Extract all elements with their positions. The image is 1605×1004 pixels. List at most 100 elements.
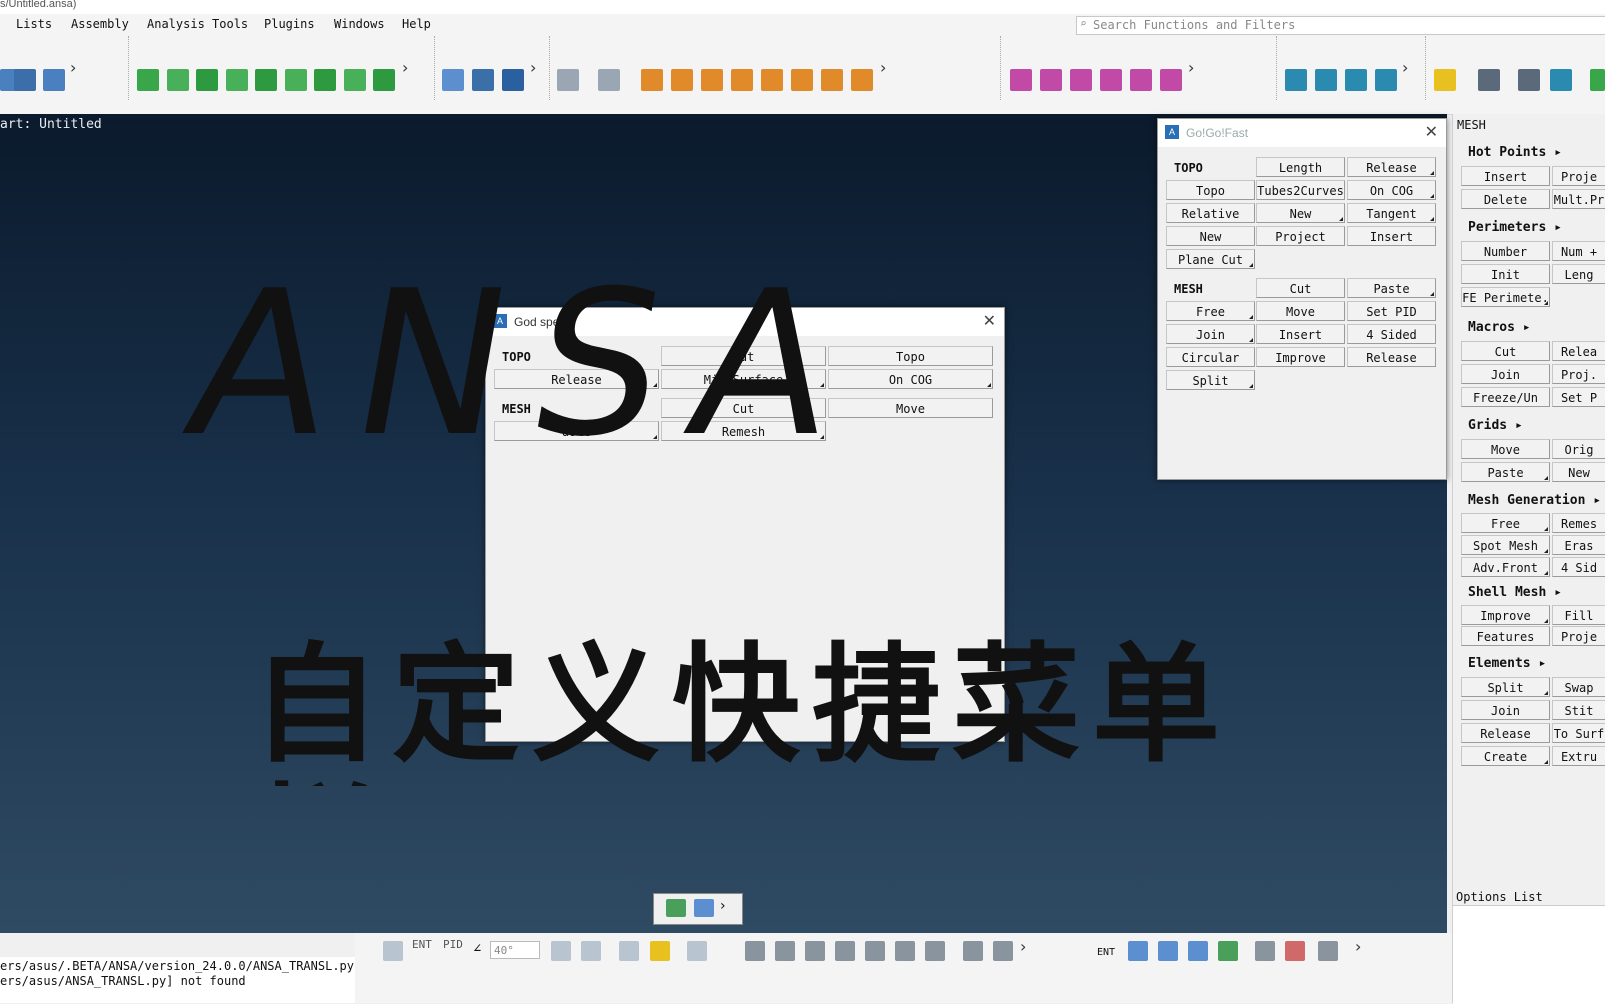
elements-release-button[interactable]: Release bbox=[1461, 723, 1550, 743]
point-icon[interactable] bbox=[1010, 69, 1032, 91]
cube-view-icon[interactable] bbox=[502, 69, 524, 91]
gogofast-mesh-release-button[interactable]: Release bbox=[1347, 347, 1436, 367]
toolbar-expand-icon[interactable]: › bbox=[1188, 58, 1194, 77]
table-icon[interactable] bbox=[731, 69, 753, 91]
lasso-icon[interactable] bbox=[619, 941, 639, 961]
toolbar-expand-icon[interactable]: › bbox=[530, 58, 536, 77]
meshgen-free-button[interactable]: Free bbox=[1461, 513, 1550, 533]
select-box-icon[interactable] bbox=[383, 941, 403, 961]
gogofast-new-button[interactable]: New bbox=[1256, 203, 1345, 223]
meshgen-advfront-button[interactable]: Adv.Front bbox=[1461, 557, 1550, 577]
invert-icon[interactable] bbox=[835, 941, 855, 961]
globe-icon[interactable] bbox=[1375, 69, 1397, 91]
box-select-icon[interactable] bbox=[551, 941, 571, 961]
perimeters-init-button[interactable]: Init bbox=[1461, 264, 1550, 284]
menu-help[interactable]: Help bbox=[402, 17, 431, 31]
mesh-view-icon[interactable] bbox=[1518, 69, 1540, 91]
grids-origin-button[interactable]: Orig bbox=[1552, 439, 1605, 459]
elements-split-button[interactable]: Split bbox=[1461, 677, 1550, 697]
surface-icon[interactable] bbox=[167, 69, 189, 91]
elements-stitch-button[interactable]: Stit bbox=[1552, 700, 1605, 720]
meshgen-spotmesh-button[interactable]: Spot Mesh bbox=[1461, 535, 1550, 555]
grid2-icon[interactable] bbox=[895, 941, 915, 961]
target-icon[interactable] bbox=[993, 941, 1013, 961]
explode-icon[interactable] bbox=[1318, 941, 1338, 961]
gogofast-tubes2curves-button[interactable]: Tubes2Curves bbox=[1256, 180, 1345, 200]
panel-icon[interactable] bbox=[1550, 69, 1572, 91]
align-icon[interactable] bbox=[1070, 69, 1092, 91]
macros-setpid-button[interactable]: Set P bbox=[1552, 387, 1605, 407]
macros-proj-button[interactable]: Proj. bbox=[1552, 364, 1605, 384]
region-select-icon[interactable] bbox=[581, 941, 601, 961]
undo-icon[interactable] bbox=[557, 69, 579, 91]
shellmesh-project-button[interactable]: Proje bbox=[1552, 626, 1605, 646]
beam-icon[interactable] bbox=[1130, 69, 1152, 91]
wireframe-icon[interactable] bbox=[1128, 941, 1148, 961]
toolbar-expand-icon[interactable]: › bbox=[1355, 937, 1361, 956]
close-icon[interactable]: ✕ bbox=[1425, 122, 1438, 141]
elements-create-button[interactable]: Create bbox=[1461, 746, 1550, 766]
gogofast-oncog-button[interactable]: On COG bbox=[1347, 180, 1436, 200]
gogofast-mesh-cut-button[interactable]: Cut bbox=[1256, 278, 1345, 298]
search-input[interactable]: ⌕ Search Functions and Filters bbox=[1076, 16, 1605, 35]
faces-icon[interactable] bbox=[137, 69, 159, 91]
color-cube-icon[interactable] bbox=[1218, 941, 1238, 961]
gogofast-mesh-free-button[interactable]: Free bbox=[1166, 301, 1255, 321]
hot-points-header[interactable]: Hot Points ▸ bbox=[1468, 145, 1562, 160]
chart-icon[interactable] bbox=[1345, 69, 1367, 91]
gogofast-relative-button[interactable]: Relative bbox=[1166, 203, 1255, 223]
toolbar-expand-icon[interactable]: › bbox=[1402, 58, 1408, 77]
elements-join-button[interactable]: Join bbox=[1461, 700, 1550, 720]
macros-freeze-button[interactable]: Freeze/Un bbox=[1461, 387, 1550, 407]
gogofast-mesh-improve-button[interactable]: Improve bbox=[1256, 347, 1345, 367]
shell-mesh-header[interactable]: Shell Mesh ▸ bbox=[1468, 585, 1562, 600]
perimeters-fe-perimeter-button[interactable]: FE Perimete. bbox=[1461, 287, 1550, 307]
plus-icon[interactable] bbox=[775, 941, 795, 961]
redo-icon[interactable] bbox=[598, 69, 620, 91]
tree-icon[interactable] bbox=[14, 69, 36, 91]
report-icon[interactable] bbox=[255, 69, 277, 91]
menu-lists[interactable]: Lists bbox=[16, 17, 52, 31]
eraser-icon[interactable] bbox=[694, 899, 714, 917]
ent-label[interactable]: ENT bbox=[1097, 947, 1115, 958]
godspeed-mesh-move-button[interactable]: Move bbox=[828, 398, 993, 418]
gogofast-new-topo-button[interactable]: New bbox=[1166, 226, 1255, 246]
grids-new-button[interactable]: New bbox=[1552, 462, 1605, 482]
measure-icon[interactable] bbox=[641, 69, 663, 91]
shellmesh-features-button[interactable]: Features bbox=[1461, 626, 1550, 646]
gogofast-insert-button[interactable]: Insert bbox=[1347, 226, 1436, 246]
ent-toggle[interactable]: ENT bbox=[412, 938, 432, 951]
validate-icon[interactable] bbox=[344, 69, 366, 91]
gogofast-planecut-button[interactable]: Plane Cut bbox=[1166, 249, 1255, 269]
mesh-cube-icon[interactable] bbox=[1255, 941, 1275, 961]
clipboard-icon[interactable] bbox=[226, 69, 248, 91]
export-icon[interactable] bbox=[1590, 69, 1605, 91]
gogofast-mesh-move-button[interactable]: Move bbox=[1256, 301, 1345, 321]
move-icon[interactable] bbox=[963, 941, 983, 961]
perimeters-number-button[interactable]: Number bbox=[1461, 241, 1550, 261]
perimeters-numplus-button[interactable]: Num + bbox=[1552, 241, 1605, 261]
transparency-icon[interactable] bbox=[1285, 941, 1305, 961]
sticky-icon[interactable] bbox=[1434, 69, 1456, 91]
options-list[interactable] bbox=[1453, 905, 1605, 1004]
hotpoints-multproj-button[interactable]: Mult.Pr bbox=[1552, 189, 1605, 209]
check-icon[interactable] bbox=[285, 69, 307, 91]
matrix-icon[interactable] bbox=[1315, 69, 1337, 91]
connector-icon[interactable] bbox=[1160, 69, 1182, 91]
gogofast-mesh-4sided-button[interactable]: 4 Sided bbox=[1347, 324, 1436, 344]
macros-header[interactable]: Macros ▸ bbox=[1468, 320, 1531, 335]
gogofast-length-button[interactable]: Length bbox=[1256, 157, 1345, 177]
gogofast-mesh-split-button[interactable]: Split bbox=[1166, 370, 1255, 390]
gogofast-mesh-insert-button[interactable]: Insert bbox=[1256, 324, 1345, 344]
menu-assembly[interactable]: Assembly bbox=[71, 17, 129, 31]
minus-icon[interactable] bbox=[805, 941, 825, 961]
elements-swap-button[interactable]: Swap bbox=[1552, 677, 1605, 697]
shellmesh-improve-button[interactable]: Improve bbox=[1461, 605, 1550, 625]
grids-header[interactable]: Grids ▸ bbox=[1468, 418, 1523, 433]
bounds-icon[interactable] bbox=[821, 69, 843, 91]
transform-icon[interactable] bbox=[851, 69, 873, 91]
pick-icon[interactable] bbox=[650, 941, 670, 961]
toolbar-expand-icon[interactable]: › bbox=[880, 58, 886, 77]
elements-tosurf-button[interactable]: To Surf bbox=[1552, 723, 1605, 743]
mesh-generation-header[interactable]: Mesh Generation ▸ bbox=[1468, 493, 1601, 508]
